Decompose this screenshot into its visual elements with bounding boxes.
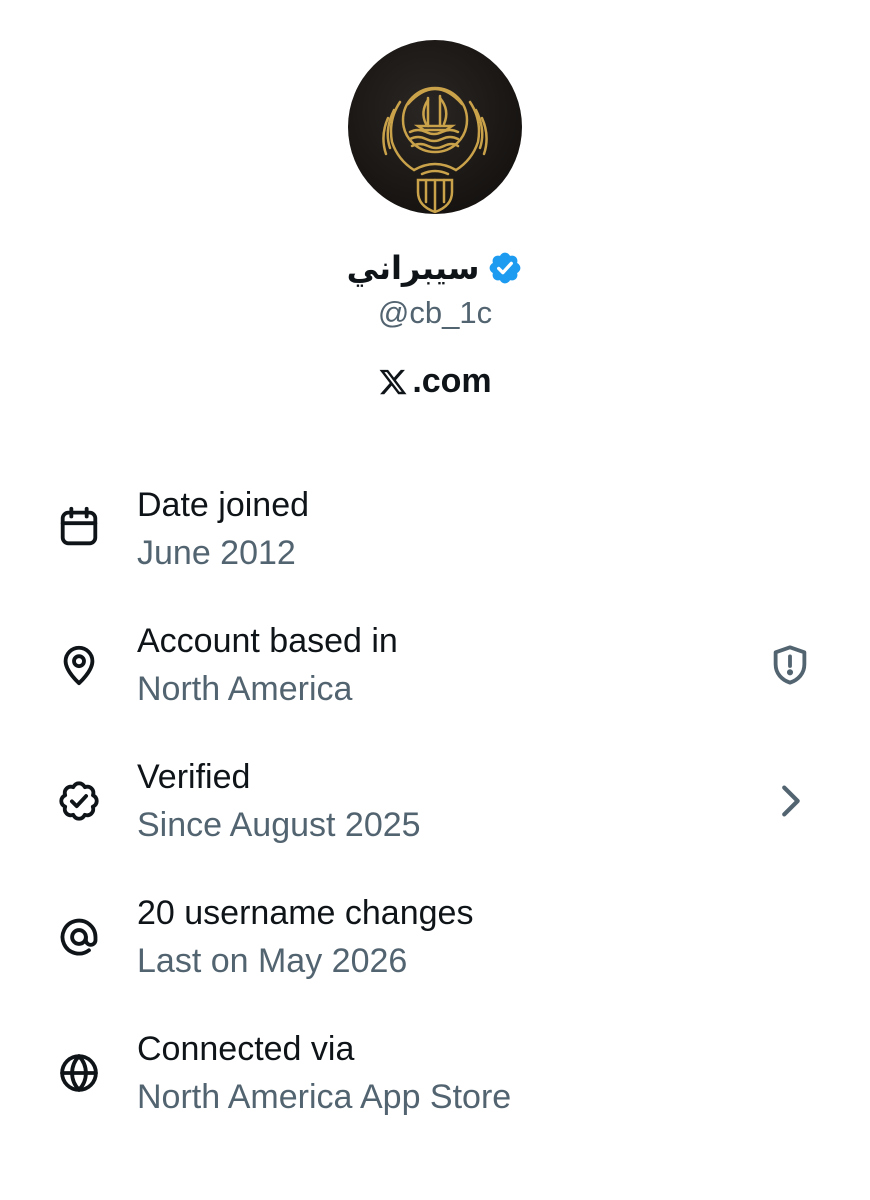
- connected-via-label: Connected via: [137, 1030, 355, 1068]
- globe-icon: [56, 1050, 102, 1096]
- site-text: .com: [412, 362, 492, 400]
- account-based-in-row: Account based in North America: [0, 622, 870, 742]
- kuwait-emblem-icon: [382, 86, 488, 214]
- location-pin-icon: [56, 642, 102, 688]
- verified-badge-icon[interactable]: [487, 250, 523, 286]
- calendar-icon: [56, 504, 102, 550]
- connected-via-row: Connected via North America App Store: [0, 1030, 870, 1150]
- username-changes-row: 20 username changes Last on May 2026: [0, 894, 870, 1014]
- site-link[interactable]: .com: [0, 362, 870, 401]
- verified-outline-icon: [56, 778, 102, 824]
- account-based-in-value: North America: [137, 670, 353, 708]
- connected-via-value: North America App Store: [137, 1078, 512, 1116]
- verified-value: Since August 2025: [137, 806, 421, 844]
- verified-row[interactable]: Verified Since August 2025: [0, 758, 870, 878]
- shield-alert-icon[interactable]: [767, 642, 813, 688]
- date-joined-label: Date joined: [137, 486, 310, 524]
- verified-label: Verified: [137, 758, 251, 796]
- user-handle[interactable]: @cb_1c: [0, 295, 870, 331]
- date-joined-row: Date joined June 2012: [0, 486, 870, 606]
- username-changes-label: 20 username changes: [137, 894, 474, 932]
- display-name: سيبراني: [346, 249, 480, 287]
- x-logo-icon: [379, 369, 407, 394]
- date-joined-value: June 2012: [137, 534, 296, 572]
- chevron-right-icon[interactable]: [767, 778, 813, 824]
- account-based-in-label: Account based in: [137, 622, 398, 660]
- username-changes-value: Last on May 2026: [137, 942, 408, 980]
- display-name-row: سيبراني: [0, 240, 870, 296]
- avatar[interactable]: [348, 40, 522, 214]
- at-sign-icon: [56, 914, 102, 960]
